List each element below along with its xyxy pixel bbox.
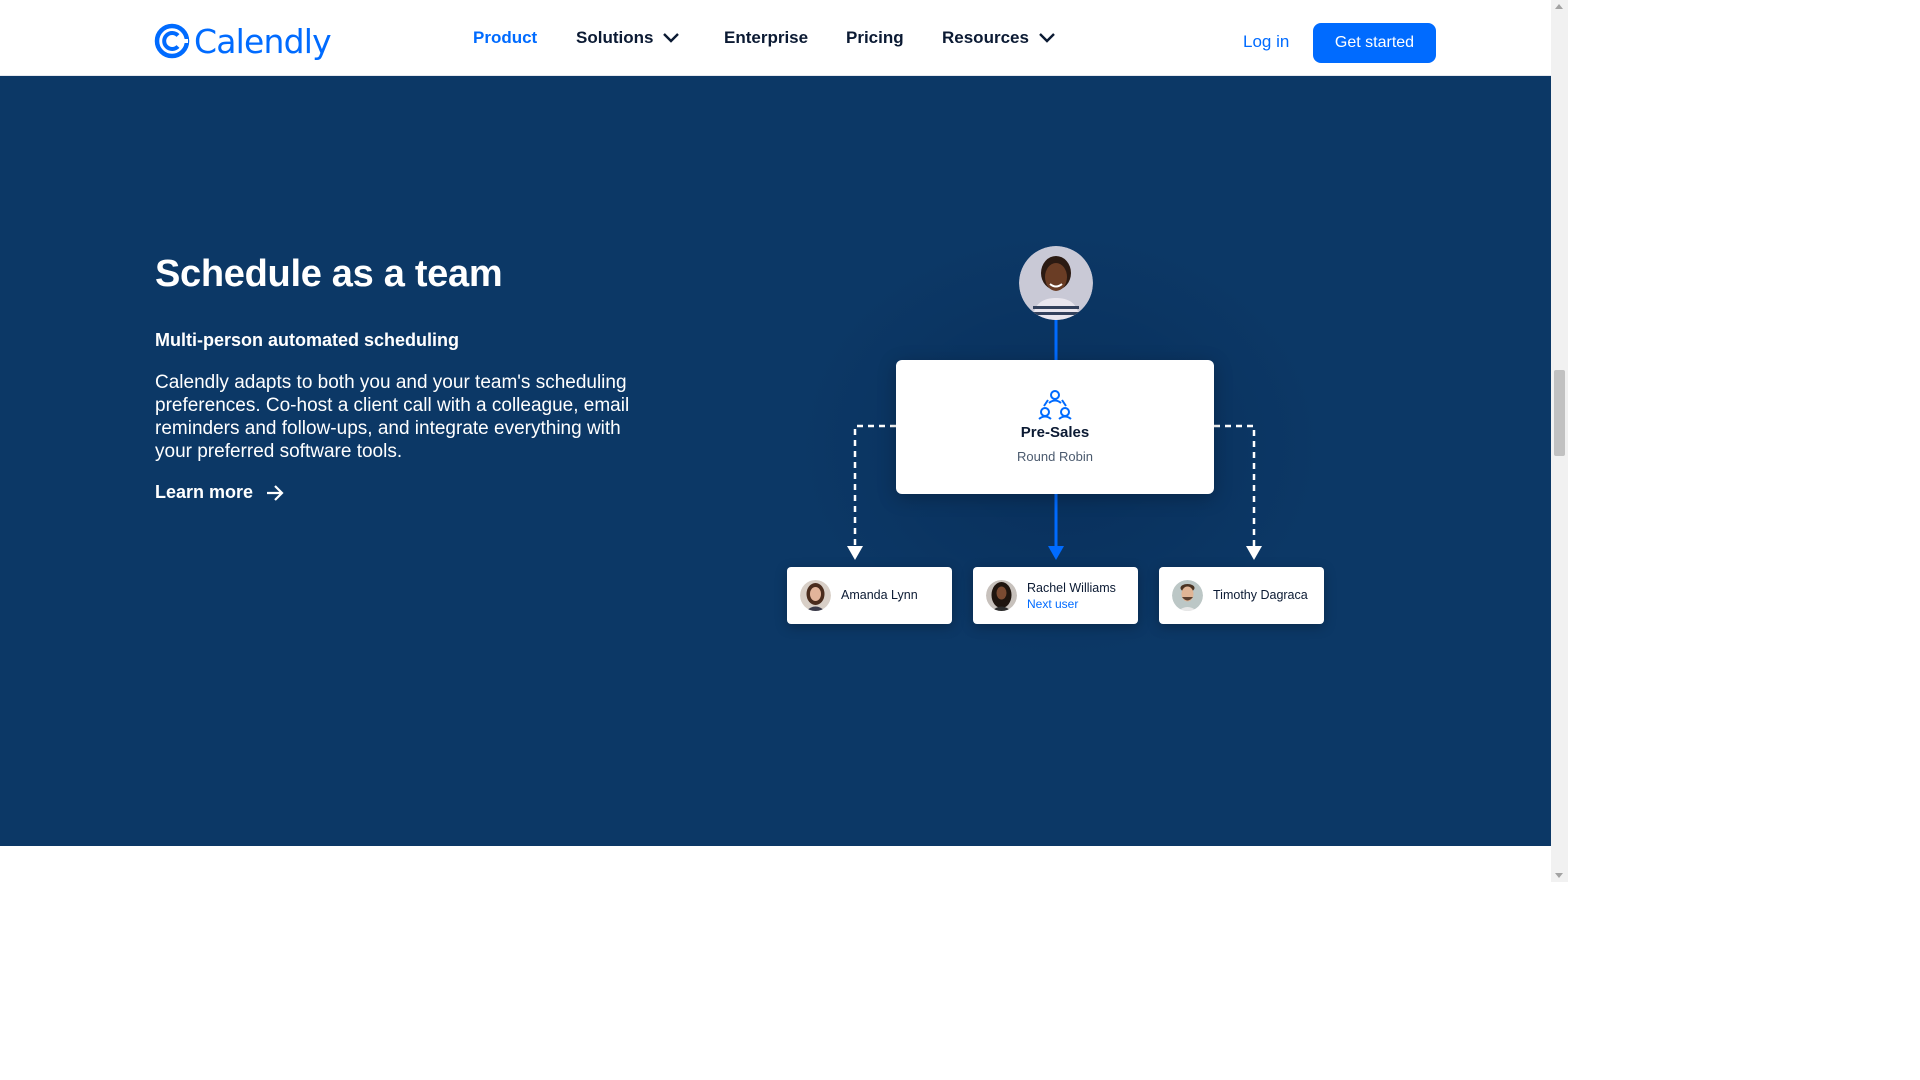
login-link[interactable]: Log in <box>1243 32 1289 52</box>
user-name: Rachel Williams <box>1027 581 1116 595</box>
hero-section: Schedule as a team Multi-person automate… <box>0 76 1551 846</box>
chevron-down-icon <box>1039 33 1055 43</box>
team-icon <box>1038 390 1072 420</box>
user-card: Amanda Lynn <box>787 567 952 624</box>
user-card: Timothy Dagraca <box>1159 567 1324 624</box>
nav-resources[interactable]: Resources <box>942 28 1056 48</box>
nav-pricing[interactable]: Pricing <box>846 28 904 48</box>
scroll-down-icon[interactable] <box>1555 873 1563 878</box>
nav-product[interactable]: Product <box>473 28 537 48</box>
user-name: Amanda Lynn <box>841 588 918 602</box>
nav-solutions[interactable]: Solutions <box>576 28 680 48</box>
nav-pricing-label: Pricing <box>846 28 904 47</box>
calendly-logo[interactable]: Calendly <box>154 20 332 62</box>
nav-product-label: Product <box>473 28 538 47</box>
scroll-thumb[interactable] <box>1554 370 1565 456</box>
host-avatar <box>1019 246 1093 320</box>
chevron-down-icon <box>663 33 680 43</box>
diagram-connectors <box>847 320 1262 560</box>
avatar <box>986 580 1017 611</box>
group-name: Pre-Sales <box>1020 424 1090 441</box>
avatar <box>800 580 831 611</box>
page-scrollbar[interactable] <box>1551 0 1568 882</box>
nav-resources-label: Resources <box>942 28 1029 47</box>
site-header: Calendly Product Solutions Enterprise Pr… <box>0 0 1551 76</box>
get-started-button[interactable]: Get started <box>1313 23 1436 63</box>
scroll-up-icon[interactable] <box>1555 4 1563 9</box>
calendly-c-icon <box>154 23 190 59</box>
round-robin-card: Pre-Sales Round Robin <box>896 360 1214 494</box>
nav-enterprise[interactable]: Enterprise <box>724 28 808 48</box>
brand-name: Calendly <box>194 21 332 61</box>
next-user-status: Next user <box>1027 597 1079 611</box>
user-name: Timothy Dagraca <box>1213 588 1308 602</box>
nav-enterprise-label: Enterprise <box>724 28 809 47</box>
nav-solutions-label: Solutions <box>576 28 654 47</box>
group-type: Round Robin <box>1017 449 1093 464</box>
user-card: Rachel Williams Next user <box>973 567 1138 624</box>
avatar <box>1172 580 1203 611</box>
